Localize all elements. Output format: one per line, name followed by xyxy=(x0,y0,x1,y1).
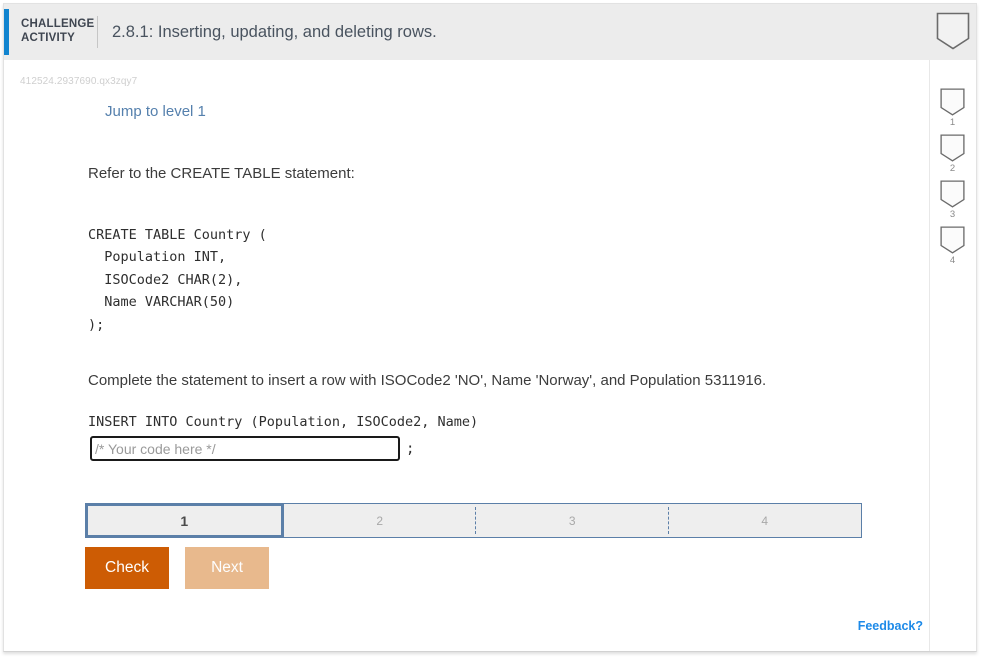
check-button[interactable]: Check xyxy=(85,547,169,589)
progress-segment-3[interactable]: 3 xyxy=(475,504,669,537)
feedback-link[interactable]: Feedback? xyxy=(858,619,923,633)
progress-segment-label: 4 xyxy=(761,513,769,528)
jump-to-level-link[interactable]: Jump to level 1 xyxy=(105,103,206,120)
refer-instruction-text: Refer to the CREATE TABLE statement: xyxy=(88,165,355,182)
challenge-activity-label-line1: CHALLENGE xyxy=(21,18,95,30)
activity-id: 412524.2937690.qx3zqy7 xyxy=(20,76,138,87)
progress-segment-label: 3 xyxy=(568,513,576,528)
header-divider xyxy=(97,16,98,48)
action-buttons: Check Next xyxy=(85,547,269,589)
next-button[interactable]: Next xyxy=(185,547,269,589)
challenge-activity-label-line2: ACTIVITY xyxy=(21,32,75,44)
rail-badge-label: 3 xyxy=(949,209,956,220)
statement-terminator: ; xyxy=(406,440,415,457)
rail-badge-label: 1 xyxy=(949,117,956,128)
rail-badge-4[interactable]: 4 xyxy=(929,226,976,266)
progress-segment-label: 1 xyxy=(180,512,189,529)
page-title: 2.8.1: Inserting, updating, and deleting… xyxy=(112,23,437,41)
shield-icon xyxy=(940,180,965,208)
progress-segment-4[interactable]: 4 xyxy=(667,504,861,537)
rail-badge-1[interactable]: 1 xyxy=(929,88,976,128)
progress-segment-2[interactable]: 2 xyxy=(283,504,476,537)
progress-segment-1[interactable]: 1 xyxy=(85,503,284,538)
answer-code-input[interactable] xyxy=(90,436,400,461)
activity-card: CHALLENGE ACTIVITY 2.8.1: Inserting, upd… xyxy=(3,3,977,652)
shield-icon xyxy=(940,134,965,162)
rail-badge-2[interactable]: 2 xyxy=(929,134,976,174)
trophy-badge-icon[interactable] xyxy=(936,12,970,50)
challenge-activity-label: CHALLENGE ACTIVITY xyxy=(21,17,95,45)
rail-badge-label: 4 xyxy=(949,255,956,266)
progress-segment-label: 2 xyxy=(376,513,384,528)
insert-statement-line: INSERT INTO Country (Population, ISOCode… xyxy=(88,414,479,430)
rail-badge-label: 2 xyxy=(949,163,956,174)
header-accent-bar xyxy=(4,9,9,55)
page-root: CHALLENGE ACTIVITY 2.8.1: Inserting, upd… xyxy=(0,0,983,660)
shield-icon xyxy=(940,88,965,116)
create-table-code-block: CREATE TABLE Country ( Population INT, I… xyxy=(88,226,267,333)
level-progress-bar: 1 2 3 4 xyxy=(85,503,862,538)
level-rail: 1 2 3 4 xyxy=(929,4,976,651)
complete-instruction-text: Complete the statement to insert a row w… xyxy=(88,372,767,389)
shield-icon xyxy=(936,12,970,50)
rail-badge-3[interactable]: 3 xyxy=(929,180,976,220)
activity-header: CHALLENGE ACTIVITY 2.8.1: Inserting, upd… xyxy=(4,4,976,60)
answer-row: ; xyxy=(90,436,414,461)
shield-icon xyxy=(940,226,965,254)
